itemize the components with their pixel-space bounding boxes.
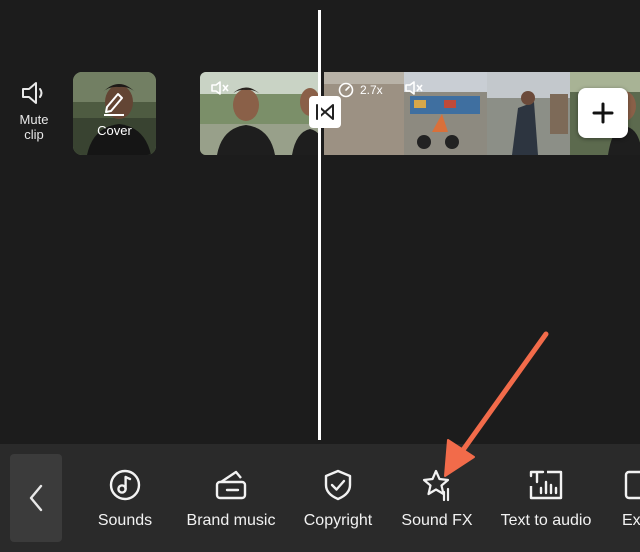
brand-music-icon xyxy=(215,470,247,500)
muted-speaker-icon xyxy=(405,81,423,95)
playhead[interactable] xyxy=(318,10,321,440)
text-to-audio-icon xyxy=(529,470,563,500)
back-button[interactable] xyxy=(10,454,62,542)
toolbar-item-sound-fx[interactable]: Sound FX xyxy=(396,468,478,538)
toolbar-item-sounds[interactable]: Sounds xyxy=(90,468,160,538)
chevron-left-icon xyxy=(29,484,43,512)
toolbar-item-label: Sounds xyxy=(97,512,153,529)
audio-toolbar: Sounds Brand music Copyright Sound FX Te… xyxy=(0,444,640,552)
muted-speaker-icon xyxy=(211,81,229,95)
clip-1-muted-indicator xyxy=(210,80,230,96)
toolbar-item-partial[interactable]: Ex xyxy=(622,468,640,538)
speed-value: 2.7x xyxy=(360,83,383,97)
star-sparkle-icon xyxy=(422,469,450,502)
video-track[interactable]: 2.7x xyxy=(200,72,640,155)
timeline-area: Mute clip Cover 2.7x xyxy=(0,0,640,444)
toolbar-item-label: Ex xyxy=(622,512,640,529)
pen-edit-icon xyxy=(104,93,124,116)
video-clip-1[interactable] xyxy=(200,72,320,155)
mute-clip-button[interactable]: Mute clip xyxy=(8,80,60,142)
plus-icon xyxy=(592,102,614,124)
toolbar-item-label: Sound FX xyxy=(401,512,473,529)
transition-button[interactable] xyxy=(309,96,341,128)
toolbar-item-label: Brand music xyxy=(186,512,276,529)
toolbar-item-text-to-audio[interactable]: Text to audio xyxy=(492,468,600,538)
toolbar-item-label: Copyright xyxy=(303,512,373,529)
toolbar-item-brand-music[interactable]: Brand music xyxy=(178,468,284,538)
clip-2-speed-badge: 2.7x xyxy=(338,82,383,98)
cover-button[interactable]: Cover xyxy=(73,72,156,155)
add-clip-button[interactable] xyxy=(578,88,628,138)
shield-check-icon xyxy=(324,469,352,501)
mute-clip-label: Mute clip xyxy=(19,112,49,142)
toolbar-item-label: Text to audio xyxy=(500,512,592,529)
partial-icon xyxy=(624,470,640,500)
speed-gauge-icon xyxy=(338,82,354,98)
cover-label: Cover xyxy=(97,123,132,138)
clip-2-muted-indicator xyxy=(404,80,424,96)
music-note-icon xyxy=(109,469,141,501)
speaker-icon xyxy=(22,82,43,104)
toolbar-item-copyright[interactable]: Copyright xyxy=(295,468,381,538)
